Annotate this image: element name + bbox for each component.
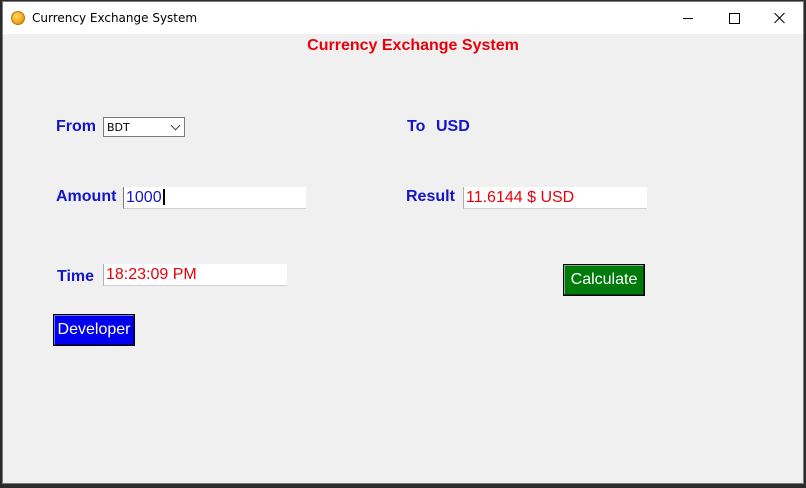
developer-button[interactable]: Developer (53, 314, 135, 346)
result-value: 11.6144 $ USD (466, 189, 575, 206)
amount-value: 1000 (126, 189, 162, 206)
result-field[interactable]: 11.6144 $ USD (463, 187, 647, 209)
close-button[interactable] (757, 2, 803, 34)
amount-label: Amount (56, 188, 117, 205)
page-title: Currency Exchange System (307, 37, 519, 54)
to-label: To (407, 118, 426, 135)
maximize-icon (728, 12, 740, 24)
chevron-down-icon (170, 120, 181, 131)
window-title: Currency Exchange System (32, 11, 198, 25)
minimize-icon (683, 17, 693, 19)
calculate-button[interactable]: Calculate (563, 264, 645, 296)
time-label: Time (57, 268, 95, 285)
from-currency-select[interactable]: BDT (103, 117, 185, 137)
maximize-button[interactable] (711, 2, 757, 34)
from-currency-value: BDT (107, 121, 130, 134)
amount-input[interactable]: 1000 (123, 187, 306, 209)
from-label: From (56, 118, 96, 135)
time-value: 18:23:09 PM (106, 266, 197, 283)
close-icon (774, 12, 786, 24)
title-bar[interactable]: Currency Exchange System (3, 2, 803, 34)
coin-icon (11, 11, 25, 25)
to-currency-value: USD (436, 118, 470, 135)
time-field[interactable]: 18:23:09 PM (103, 264, 287, 286)
text-caret (162, 189, 165, 205)
app-window: Currency Exchange System Currency Exchan… (2, 1, 804, 484)
result-label: Result (406, 188, 455, 205)
minimize-button[interactable] (665, 2, 711, 34)
